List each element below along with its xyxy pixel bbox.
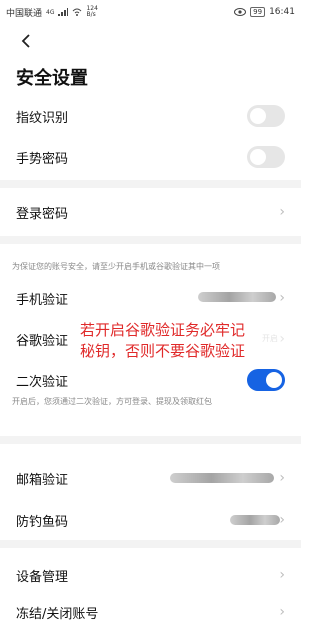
device-management-label: 设备管理 xyxy=(16,569,69,585)
gesture-row: 手势密码 xyxy=(0,137,301,177)
toggle-knob xyxy=(250,149,266,165)
verification-hint: 为保证您的账号安全，请至少开启手机或谷歌验证其中一项 xyxy=(12,262,220,271)
page-title: 安全设置 xyxy=(16,68,88,89)
fingerprint-row: 指纹识别 xyxy=(0,96,301,136)
redacted-email xyxy=(170,473,274,483)
email-verification-label: 邮箱验证 xyxy=(16,472,69,488)
status-left: 中国联通 4G 124 B/s xyxy=(6,6,98,19)
section-divider xyxy=(0,236,301,244)
toggle-knob xyxy=(250,108,266,124)
section-divider xyxy=(0,180,301,188)
battery-level: 99 xyxy=(250,7,266,17)
chevron-left-icon xyxy=(20,33,32,53)
redacted-phishing-code xyxy=(230,515,280,525)
annotation-line-1: 若开启谷歌验证务必牢记 xyxy=(80,321,246,339)
two-step-row: 二次验证 xyxy=(0,360,301,400)
chevron-right-icon: › xyxy=(279,204,285,220)
chevron-right-icon: › xyxy=(279,290,285,306)
chevron-right-icon: › xyxy=(279,567,285,583)
fingerprint-toggle[interactable] xyxy=(247,105,285,127)
eye-comfort-icon xyxy=(234,8,247,16)
freeze-account-label: 冻结/关闭账号 xyxy=(16,606,99,622)
two-step-toggle[interactable] xyxy=(247,369,285,391)
status-right: 99 16:41 xyxy=(234,7,295,17)
status-bar: 中国联通 4G 124 B/s 99 16:41 xyxy=(0,0,301,24)
chevron-right-icon: › xyxy=(279,604,285,620)
google-verification-label: 谷歌验证 xyxy=(16,333,69,349)
toggle-knob xyxy=(266,372,282,388)
device-management-row[interactable]: 设备管理 › xyxy=(0,555,301,595)
section-divider xyxy=(0,436,301,444)
network-speed-unit: B/s xyxy=(86,11,96,18)
chevron-right-icon: › xyxy=(279,470,285,486)
network-speed: 124 B/s xyxy=(86,6,97,18)
clock: 16:41 xyxy=(269,7,295,17)
wifi-icon xyxy=(72,8,82,16)
freeze-account-row[interactable]: 冻结/关闭账号 › xyxy=(0,592,301,632)
fingerprint-label: 指纹识别 xyxy=(16,110,69,126)
gesture-label: 手势密码 xyxy=(16,151,69,167)
anti-phishing-label: 防钓鱼码 xyxy=(16,514,69,530)
annotation-line-2: 秘钥，否则不要谷歌验证 xyxy=(80,342,246,360)
carrier-name: 中国联通 xyxy=(6,8,43,19)
signal-icon xyxy=(58,8,69,16)
back-button[interactable] xyxy=(16,33,36,53)
login-password-label: 登录密码 xyxy=(16,206,69,222)
two-step-label: 二次验证 xyxy=(16,374,69,390)
phone-verification-label: 手机验证 xyxy=(16,292,69,308)
annotation-note: 若开启谷歌验证务必牢记 秘钥，否则不要谷歌验证 xyxy=(80,320,298,362)
section-divider xyxy=(0,540,301,548)
signal-label: 4G xyxy=(46,8,55,16)
login-password-row[interactable]: 登录密码 › xyxy=(0,192,301,232)
gesture-toggle[interactable] xyxy=(247,146,285,168)
two-step-hint: 开启后，您须通过二次验证，方可登录、提现及领取红包 xyxy=(12,397,212,406)
redacted-phone xyxy=(198,292,276,302)
chevron-right-icon: › xyxy=(279,512,285,528)
